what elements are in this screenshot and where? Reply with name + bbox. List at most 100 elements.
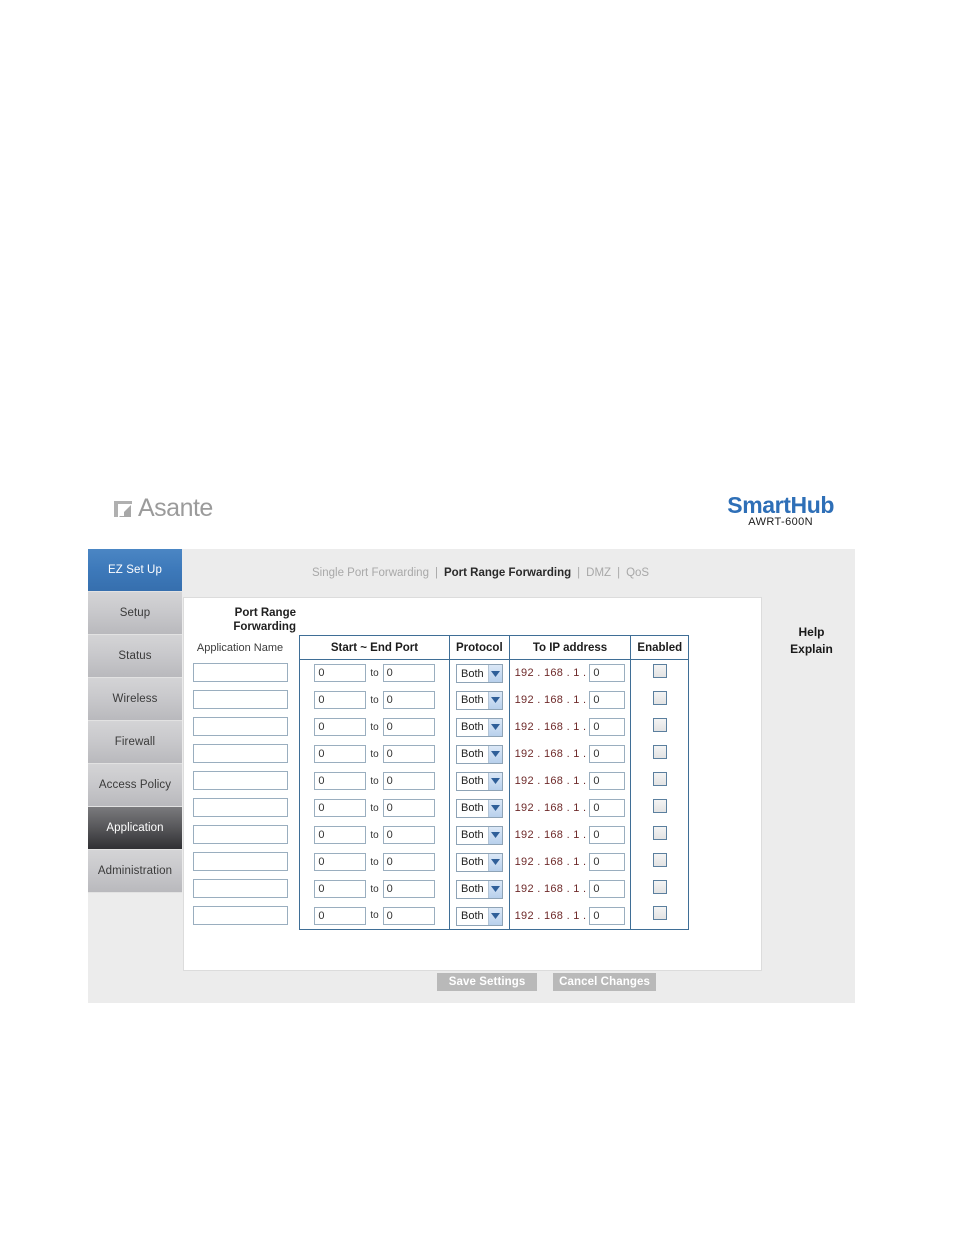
sidebar-item-setup[interactable]: Setup <box>88 592 182 635</box>
chevron-down-icon[interactable] <box>487 799 502 817</box>
chevron-down-icon[interactable] <box>487 665 502 682</box>
enabled-checkbox[interactable] <box>652 771 667 786</box>
protocol-selected-value: Both <box>461 883 484 896</box>
cancel-changes-button[interactable]: Cancel Changes <box>553 973 656 991</box>
application-name-input[interactable] <box>192 851 288 871</box>
start-port-input[interactable] <box>314 745 367 763</box>
enabled-checkbox[interactable] <box>652 798 667 813</box>
enabled-checkbox[interactable] <box>652 717 667 732</box>
end-port-input[interactable] <box>382 799 435 817</box>
ip-last-octet-input[interactable] <box>589 853 626 871</box>
chevron-down-icon[interactable] <box>487 826 502 844</box>
start-port-input[interactable] <box>314 772 367 790</box>
column-header-to-ip-address: To IP address <box>508 635 632 660</box>
application-name-input[interactable] <box>192 689 288 709</box>
save-settings-button[interactable]: Save Settings <box>437 973 538 991</box>
start-port-input[interactable] <box>314 718 367 736</box>
ip-last-octet-input[interactable] <box>589 691 626 709</box>
help-panel[interactable]: Help Explain <box>768 624 855 658</box>
enabled-checkbox[interactable] <box>652 879 667 894</box>
end-port-input[interactable] <box>382 880 435 898</box>
ip-last-octet-input[interactable] <box>589 772 626 790</box>
protocol-select[interactable]: Both <box>456 798 503 818</box>
end-port-input[interactable] <box>382 906 435 925</box>
chevron-down-icon[interactable] <box>487 907 502 925</box>
enabled-checkbox[interactable] <box>652 906 667 921</box>
end-port-input[interactable] <box>382 826 435 844</box>
chevron-down-icon[interactable] <box>487 691 502 709</box>
sidebar-item-access-policy[interactable]: Access Policy <box>88 764 182 807</box>
chevron-down-icon[interactable] <box>487 745 502 763</box>
application-name-input[interactable] <box>192 743 288 763</box>
protocol-select[interactable]: Both <box>456 664 503 683</box>
table-row: to Both 192 . 168 . 1 . <box>299 848 690 876</box>
application-name-input[interactable] <box>192 878 288 898</box>
protocol-select[interactable]: Both <box>456 879 503 899</box>
protocol-select[interactable]: Both <box>456 906 503 926</box>
ip-prefix-label: 192 . 168 . 1 . <box>514 748 587 760</box>
protocol-select[interactable]: Both <box>456 717 503 737</box>
end-port-input[interactable] <box>382 853 435 871</box>
sidebar-item-wireless[interactable]: Wireless <box>88 678 182 721</box>
start-port-input[interactable] <box>314 664 367 683</box>
asante-logo-mark-icon <box>112 499 134 519</box>
enabled-checkbox[interactable] <box>652 744 667 759</box>
nav-separator: | <box>434 567 438 579</box>
application-name-input[interactable] <box>192 905 288 925</box>
end-port-input[interactable] <box>382 664 435 683</box>
enabled-checkbox[interactable] <box>652 663 667 678</box>
enabled-checkbox[interactable] <box>652 690 667 705</box>
port-range-forwarding-panel: Port Range Forwarding Application Name S… <box>183 597 762 971</box>
protocol-selected-value: Both <box>461 829 484 842</box>
enabled-cell <box>630 659 690 687</box>
chevron-down-icon[interactable] <box>487 772 502 790</box>
ip-last-octet-input[interactable] <box>589 718 626 736</box>
application-name-input[interactable] <box>192 797 288 817</box>
ip-last-octet-input[interactable] <box>589 826 626 844</box>
sidebar-item-status[interactable]: Status <box>88 635 182 678</box>
ip-last-octet-input[interactable] <box>589 799 626 817</box>
to-label: to <box>370 775 379 787</box>
end-port-input[interactable] <box>382 745 435 763</box>
sidebar-item-firewall[interactable]: Firewall <box>88 721 182 764</box>
ip-last-octet-input[interactable] <box>589 906 626 925</box>
to-ip-address-cell: 192 . 168 . 1 . <box>508 794 632 822</box>
end-port-input[interactable] <box>382 772 435 790</box>
start-port-input[interactable] <box>314 906 367 925</box>
protocol-select[interactable]: Both <box>456 690 503 710</box>
chevron-down-icon[interactable] <box>487 853 502 871</box>
sidebar-item-application[interactable]: Application <box>88 807 182 850</box>
ip-last-octet-input[interactable] <box>589 745 626 763</box>
tab-qos[interactable]: QoS <box>626 567 649 579</box>
application-name-input[interactable] <box>192 716 288 736</box>
protocol-select[interactable]: Both <box>456 744 503 764</box>
column-header-application-name: Application Name <box>196 642 284 654</box>
admin-console-frame: EZ Set Up Setup Status Wireless Firewall Acce… <box>88 549 855 1003</box>
sidebar-item-ez-set-up[interactable]: EZ Set Up <box>88 549 182 592</box>
application-name-input[interactable] <box>192 824 288 844</box>
tab-port-range-forwarding[interactable]: Port Range Forwarding <box>444 567 571 579</box>
tab-dmz[interactable]: DMZ <box>586 567 611 579</box>
protocol-select[interactable]: Both <box>456 825 503 845</box>
tab-single-port-forwarding[interactable]: Single Port Forwarding <box>312 567 429 579</box>
to-ip-address-cell: 192 . 168 . 1 . <box>508 821 632 849</box>
protocol-select[interactable]: Both <box>456 852 503 872</box>
start-port-input[interactable] <box>314 691 367 709</box>
end-port-input[interactable] <box>382 691 435 709</box>
sidebar-item-administration[interactable]: Administration <box>88 850 182 893</box>
end-port-input[interactable] <box>382 718 435 736</box>
start-port-input[interactable] <box>314 880 367 898</box>
enabled-checkbox[interactable] <box>652 852 667 867</box>
ip-last-octet-input[interactable] <box>589 880 626 898</box>
chevron-down-icon[interactable] <box>487 880 502 898</box>
protocol-select[interactable]: Both <box>456 771 503 791</box>
start-port-input[interactable] <box>314 799 367 817</box>
ip-last-octet-input[interactable] <box>589 664 626 683</box>
chevron-down-icon[interactable] <box>487 718 502 736</box>
ip-prefix-label: 192 . 168 . 1 . <box>514 694 587 706</box>
enabled-checkbox[interactable] <box>652 825 667 840</box>
application-name-input[interactable] <box>192 770 288 790</box>
start-port-input[interactable] <box>314 826 367 844</box>
application-name-input[interactable] <box>192 662 288 682</box>
start-port-input[interactable] <box>314 853 367 871</box>
